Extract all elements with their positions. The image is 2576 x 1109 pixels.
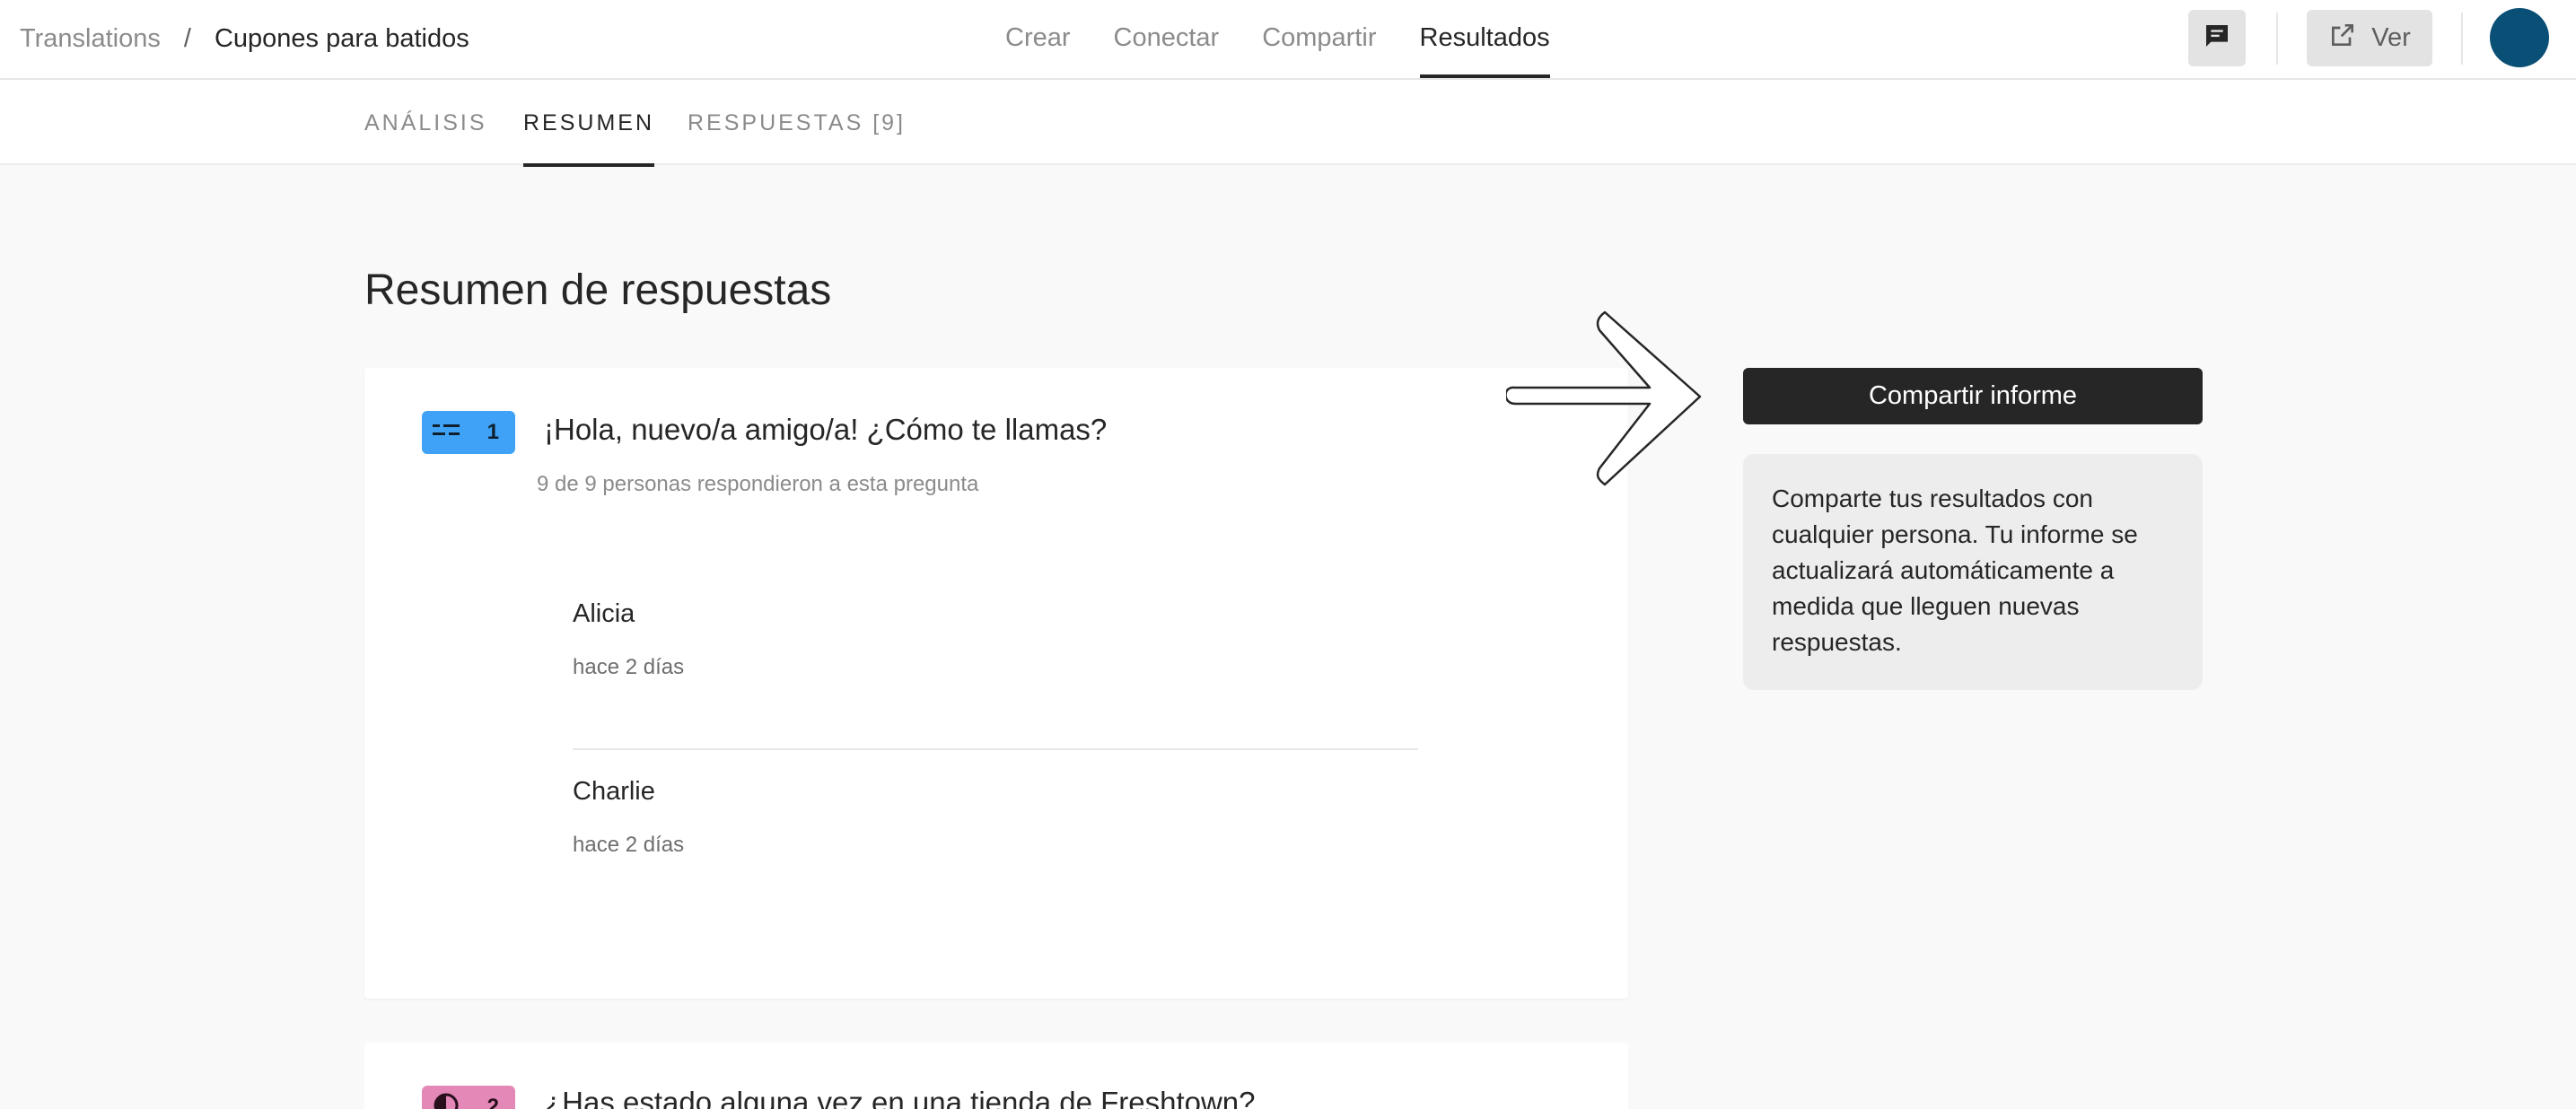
nav-tab-resultados[interactable]: Resultados: [1419, 0, 1550, 78]
view-button[interactable]: Ver: [2307, 10, 2432, 66]
breadcrumb: Translations / Cupones para batidos: [20, 0, 469, 77]
yes-no-icon: [433, 1092, 460, 1109]
arrow-right-icon: [1506, 310, 1702, 486]
results-subtabs: ANÁLISIS RESUMEN RESPUESTAS [9]: [0, 80, 2576, 167]
answer-text: Charlie: [573, 777, 655, 806]
avatar[interactable]: [2490, 8, 2549, 67]
toolbar-divider: [2461, 13, 2463, 65]
breadcrumb-form-title[interactable]: Cupones para batidos: [215, 24, 469, 54]
nav-tab-crear[interactable]: Crear: [1005, 0, 1071, 78]
question-number: 1: [486, 420, 499, 444]
question-title: ¿Has estado alguna vez en una tienda de …: [544, 1086, 1256, 1109]
tab-respuestas[interactable]: RESPUESTAS [9]: [688, 80, 906, 165]
view-button-label: Ver: [2371, 23, 2411, 52]
answer-text: Alicia: [573, 599, 635, 628]
answer-list[interactable]: Alicia hace 2 días Charlie hace 2 días: [537, 572, 1461, 913]
answer-timestamp: hace 2 días: [573, 655, 685, 679]
tab-analisis[interactable]: ANÁLISIS: [364, 80, 487, 165]
list-item: Alicia hace 2 días: [573, 572, 1418, 750]
top-bar: Translations / Cupones para batidos Crea…: [0, 0, 2576, 80]
question-badge: 2: [422, 1086, 515, 1109]
breadcrumb-separator: /: [183, 23, 191, 53]
question-card: 2 ¿Has estado alguna vez en una tienda d…: [364, 1043, 1628, 1109]
share-report-description: Comparte tus resultados con cualquier pe…: [1743, 454, 2203, 690]
question-number: 2: [486, 1095, 499, 1109]
list-item: Charlie hace 2 días: [573, 750, 1418, 913]
nav-tab-conectar[interactable]: Conectar: [1114, 0, 1220, 78]
breadcrumb-workspace-link[interactable]: Translations: [20, 24, 161, 54]
toolbar-divider: [2276, 13, 2278, 65]
comments-button[interactable]: [2188, 10, 2246, 66]
nav-tab-compartir[interactable]: Compartir: [1262, 0, 1376, 78]
tab-resumen[interactable]: RESUMEN: [523, 80, 655, 167]
question-card: 1 ¡Hola, nuevo/a amigo/a! ¿Cómo te llama…: [364, 368, 1628, 999]
question-response-count: 9 de 9 personas respondieron a esta preg…: [537, 472, 979, 496]
short-text-icon: [433, 422, 461, 444]
page-title: Resumen de respuestas: [364, 266, 832, 314]
question-badge: 1: [422, 411, 515, 454]
question-title: ¡Hola, nuevo/a amigo/a! ¿Cómo te llamas?: [544, 413, 1108, 446]
chat-bubble-icon: [2203, 22, 2231, 55]
share-report-button[interactable]: Compartir informe: [1743, 368, 2203, 424]
answer-timestamp: hace 2 días: [573, 833, 685, 857]
main-nav: Crear Conectar Compartir Resultados: [1005, 0, 1593, 78]
external-link-icon: [2328, 21, 2357, 57]
